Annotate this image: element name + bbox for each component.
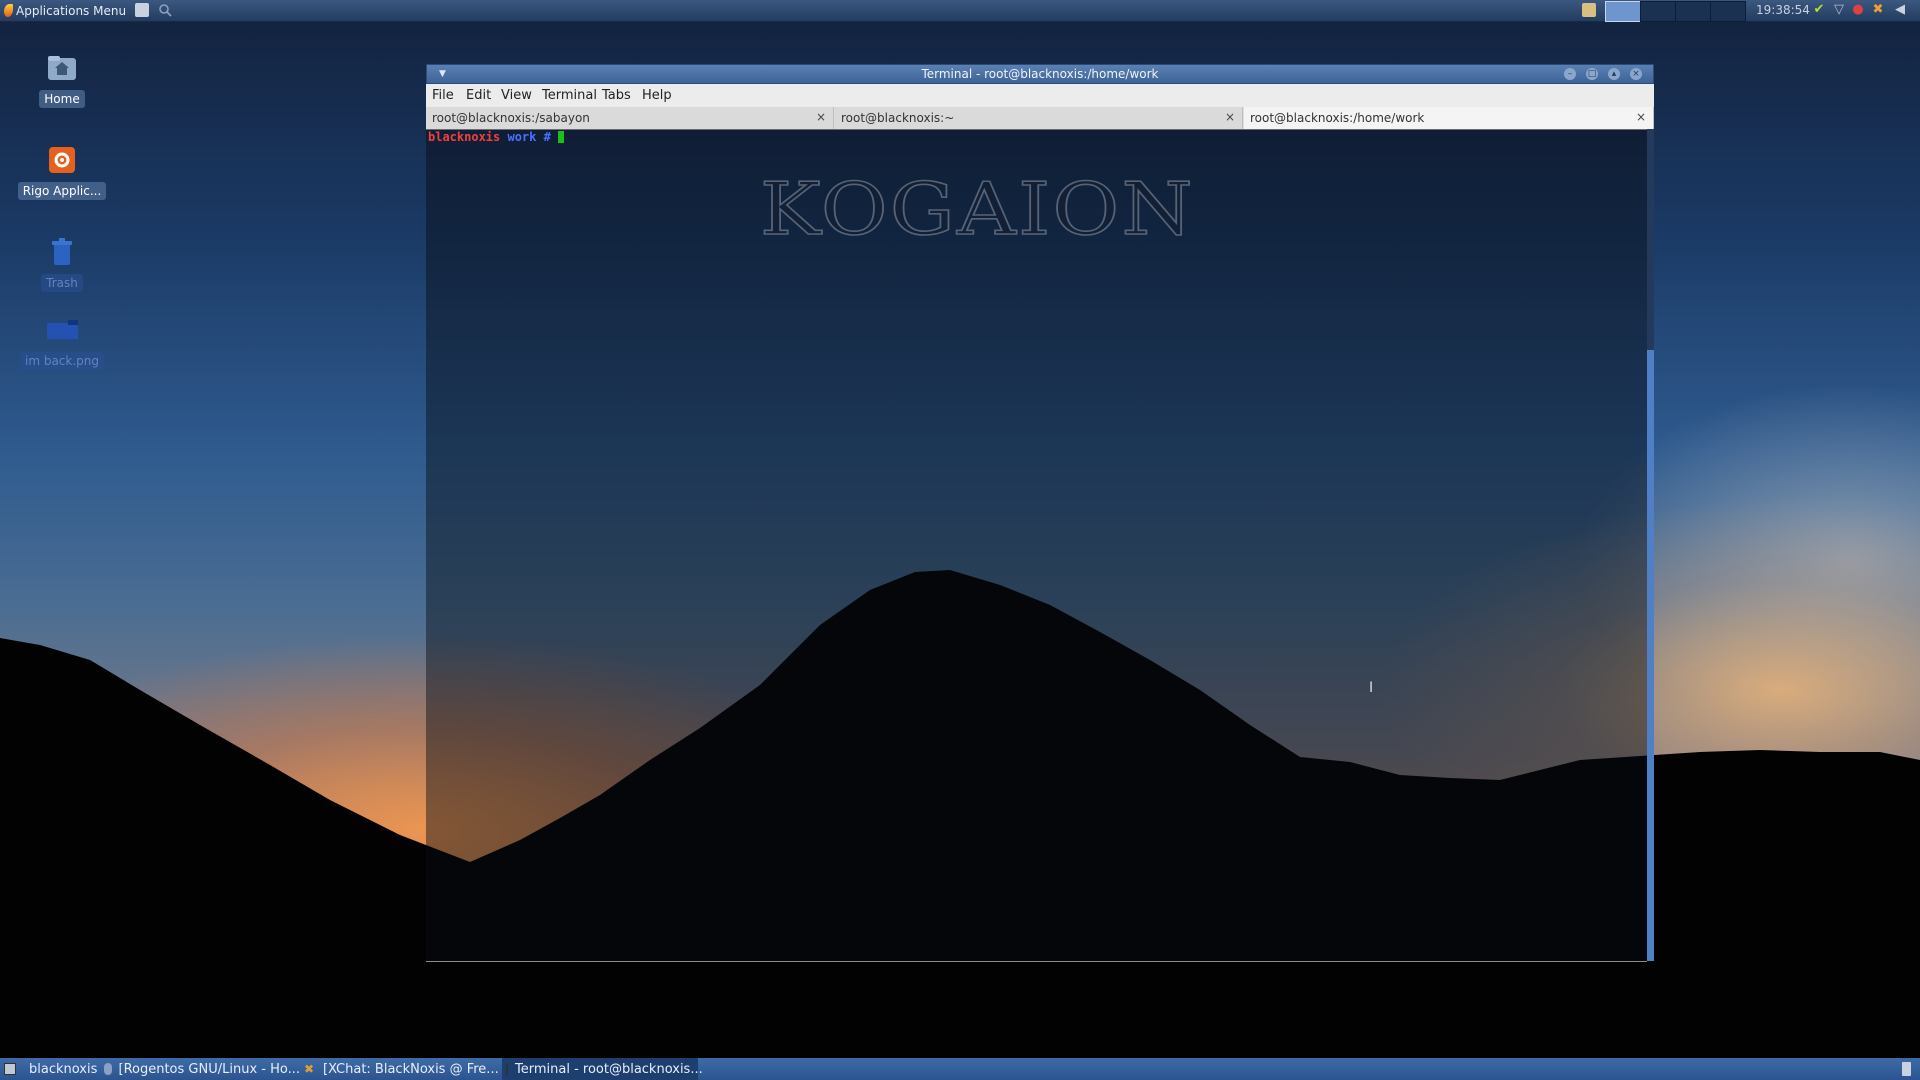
scrollbar-thumb[interactable] bbox=[1647, 350, 1654, 961]
rigo-applications-icon bbox=[46, 144, 78, 176]
window-title: Terminal - root@blacknoxis:/home/work bbox=[921, 67, 1159, 81]
tab-label: root@blacknoxis:/sabayon bbox=[432, 111, 590, 125]
desktop-icon-home[interactable]: Home bbox=[12, 52, 112, 108]
desktop-icon-rigo[interactable]: Rigo Applic... bbox=[12, 144, 112, 200]
maximize-icon[interactable]: □ bbox=[1586, 68, 1598, 80]
applications-menu-icon bbox=[4, 4, 13, 17]
tab-close-icon[interactable]: × bbox=[816, 110, 826, 124]
taskbar-item-browser[interactable]: [Rogentos GNU/Linux - Ho... bbox=[104, 1058, 300, 1080]
workspace-1[interactable] bbox=[1605, 1, 1641, 22]
image-file-icon bbox=[46, 314, 78, 346]
trash-icon bbox=[46, 236, 78, 268]
tab-label: root@blacknoxis:~ bbox=[841, 111, 955, 125]
menu-bar: File Edit View Terminal Tabs Help bbox=[426, 84, 1654, 107]
clock[interactable]: 19:38:54 bbox=[1756, 3, 1810, 17]
search-icon[interactable] bbox=[158, 3, 172, 17]
kogaion-wallpaper-logo: KOGAION bbox=[759, 166, 1195, 252]
applications-menu-label: Applications Menu bbox=[16, 3, 127, 18]
menu-file[interactable]: File bbox=[432, 88, 454, 103]
desktop-icon-image-file[interactable]: im back.png bbox=[12, 314, 112, 370]
top-panel: Applications Menu 19:38:54 ✔ ▽ ● ✖ ◀ bbox=[0, 0, 1920, 22]
close-icon[interactable]: × bbox=[1630, 68, 1642, 80]
notification-alert-icon[interactable]: ● bbox=[1851, 3, 1865, 17]
desktop-icon-label: Home bbox=[39, 90, 85, 108]
workspace-2[interactable] bbox=[1640, 1, 1676, 22]
volume-icon[interactable]: ◀ bbox=[1893, 3, 1907, 17]
tab-home-work[interactable]: root@blacknoxis:/home/work × bbox=[1244, 107, 1654, 129]
terminal-output[interactable]: blacknoxis work # KOGAION bbox=[426, 129, 1647, 962]
terminal-icon bbox=[4, 1063, 16, 1075]
tab-close-icon[interactable]: × bbox=[1225, 110, 1235, 124]
browser-icon bbox=[104, 1063, 112, 1075]
update-ok-check-icon[interactable]: ✔ bbox=[1812, 3, 1826, 17]
taskbar-item-terminal[interactable]: Terminal - root@blacknoxis... bbox=[502, 1058, 703, 1080]
window-titlebar[interactable]: ▼ Terminal - root@blacknoxis:/home/work … bbox=[426, 64, 1654, 84]
tab-close-icon[interactable]: × bbox=[1636, 110, 1646, 124]
prompt-directory: work # bbox=[507, 130, 551, 144]
tab-bar: root@blacknoxis:/sabayon × root@blacknox… bbox=[426, 107, 1654, 130]
shade-icon[interactable]: ▴ bbox=[1608, 68, 1620, 80]
network-wifi-icon[interactable]: ▽ bbox=[1832, 3, 1846, 17]
taskbar-item-label: [Rogentos GNU/Linux - Ho... bbox=[118, 1061, 301, 1077]
taskbar-item-xchat[interactable]: ✖ [XChat: BlackNoxis @ Fre... bbox=[304, 1058, 500, 1080]
home-folder-icon bbox=[46, 52, 78, 84]
prompt-host: blacknoxis bbox=[428, 130, 501, 144]
workspace-3[interactable] bbox=[1675, 1, 1711, 22]
file-manager-launcher-icon[interactable] bbox=[135, 3, 149, 17]
desktop-icon-label: im back.png bbox=[19, 352, 104, 370]
taskbar-item-label: Terminal - root@blacknoxis... bbox=[515, 1061, 703, 1077]
terminal-window: ▼ Terminal - root@blacknoxis:/home/work … bbox=[426, 64, 1654, 962]
menu-tabs[interactable]: Tabs bbox=[602, 88, 631, 103]
xchat-icon: ✖ bbox=[304, 1062, 315, 1076]
workspace-4[interactable] bbox=[1710, 1, 1746, 22]
minimize-icon[interactable]: – bbox=[1564, 68, 1576, 80]
trash-applet-icon[interactable] bbox=[1902, 1062, 1911, 1076]
shell-prompt: blacknoxis work # bbox=[428, 130, 565, 144]
desktop-icon-label: Rigo Applic... bbox=[17, 182, 107, 200]
applications-menu-button[interactable]: Applications Menu bbox=[4, 2, 126, 19]
terminal-icon bbox=[506, 1063, 508, 1075]
tab-sabayon[interactable]: root@blacknoxis:/sabayon × bbox=[426, 107, 834, 129]
menu-terminal[interactable]: Terminal bbox=[542, 88, 597, 103]
tools-settings-icon[interactable]: ✖ bbox=[1871, 3, 1885, 17]
tab-label: root@blacknoxis:/home/work bbox=[1250, 111, 1425, 125]
text-cursor bbox=[558, 131, 565, 143]
desktop-icon-label: Trash bbox=[41, 274, 83, 292]
clipboard-icon[interactable] bbox=[1582, 3, 1596, 17]
mouse-ibeam-cursor-icon: I bbox=[1369, 680, 1374, 696]
taskbar-item-label: blacknoxis bbox=[29, 1061, 98, 1077]
tab-home[interactable]: root@blacknoxis:~ × bbox=[835, 107, 1243, 129]
menu-edit[interactable]: Edit bbox=[466, 88, 491, 103]
menu-help[interactable]: Help bbox=[642, 88, 672, 103]
taskbar-item-blacknoxis[interactable]: blacknoxis bbox=[4, 1058, 100, 1080]
taskbar: blacknoxis [Rogentos GNU/Linux - Ho... ✖… bbox=[0, 1058, 1920, 1080]
menu-view[interactable]: View bbox=[501, 88, 532, 103]
taskbar-item-label: [XChat: BlackNoxis @ Fre... bbox=[323, 1061, 499, 1077]
desktop-icon-trash[interactable]: Trash bbox=[12, 236, 112, 292]
